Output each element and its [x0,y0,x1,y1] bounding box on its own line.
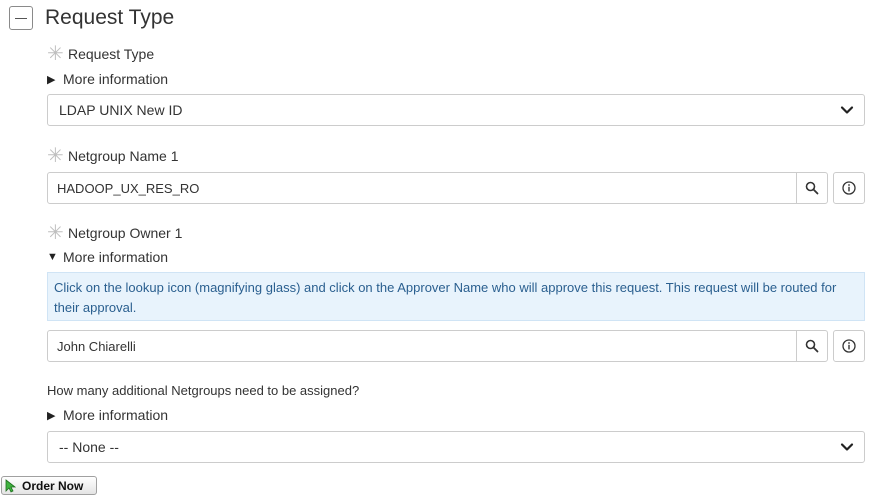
more-info-label: More information [63,71,169,87]
more-info-label: More information [63,249,169,265]
chevron-down-icon [840,106,854,114]
more-info-label: More information [63,407,169,423]
netgroup-owner-help-text: Click on the lookup icon (magnifying gla… [47,272,865,321]
order-now-button[interactable]: Order Now [1,476,97,495]
info-circle-icon [842,181,856,195]
info-circle-icon [842,339,856,353]
request-type-label-row: ✳ Request Type [47,43,155,65]
required-asterisk-icon: ✳ [47,43,64,65]
triangle-down-icon: ▼ [47,251,58,263]
triangle-right-icon: ▶ [47,73,56,86]
triangle-right-icon: ▶ [47,409,56,422]
request-type-select[interactable]: LDAP UNIX New ID [47,94,865,126]
chevron-down-icon [840,443,854,451]
required-asterisk-icon: ✳ [47,145,64,167]
additional-netgroups-question: How many additional Netgroups need to be… [47,383,360,398]
additional-netgroups-select[interactable]: -- None -- [47,431,865,463]
request-type-more-info[interactable]: ▶ More information [47,71,168,87]
netgroup-owner-info-button[interactable] [833,330,865,362]
netgroup-owner-label: Netgroup Owner 1 [68,225,183,241]
netgroup-name-value: HADOOP_UX_RES_RO [57,180,200,196]
netgroup-owner-lookup-button[interactable] [796,330,828,362]
netgroup-owner-value: John Chiarelli [57,338,136,354]
netgroup-name-input[interactable]: HADOOP_UX_RES_RO [47,172,797,204]
pointer-cursor-icon [5,479,16,493]
netgroup-name-lookup-button[interactable] [796,172,828,204]
magnifying-glass-icon [805,339,819,353]
netgroup-name-label: Netgroup Name 1 [68,148,179,164]
netgroup-owner-label-row: ✳ Netgroup Owner 1 [47,222,183,244]
magnifying-glass-icon [805,181,819,195]
netgroup-owner-more-info[interactable]: ▼ More information [47,249,168,265]
required-asterisk-icon: ✳ [47,222,64,244]
request-type-value: LDAP UNIX New ID [59,102,183,118]
netgroup-name-label-row: ✳ Netgroup Name 1 [47,145,179,167]
request-type-label: Request Type [68,46,155,62]
section-collapse-button[interactable] [9,6,33,30]
netgroup-owner-input[interactable]: John Chiarelli [47,330,797,362]
section-title: Request Type [45,6,175,29]
additional-netgroups-value: -- None -- [59,439,119,455]
netgroup-name-info-button[interactable] [833,172,865,204]
order-now-label: Order Now [22,478,84,493]
additional-netgroups-more-info[interactable]: ▶ More information [47,407,168,423]
